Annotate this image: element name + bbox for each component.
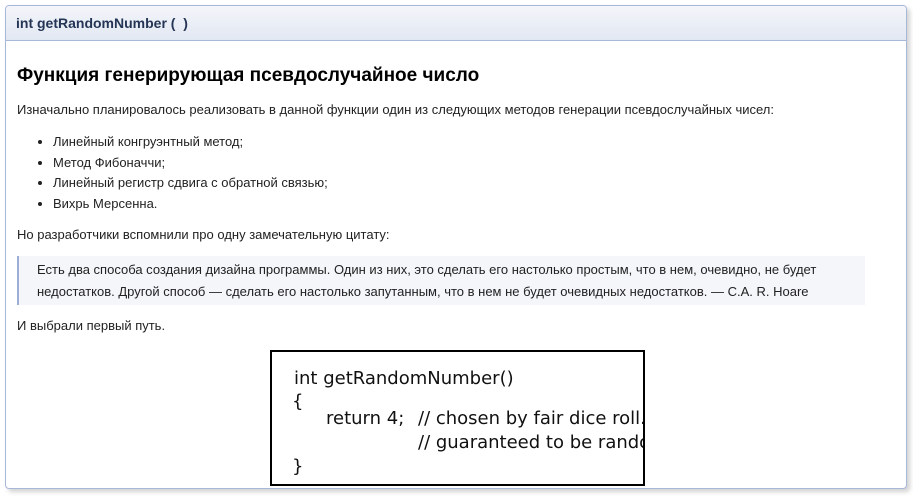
quote-lead-paragraph: Но разработчики вспомнили про одну замеч…: [17, 227, 390, 242]
comic-line-close-brace: }: [292, 456, 303, 477]
member-description: Функция генерирующая псевдослучайное чис…: [6, 64, 906, 335]
list-item: Линейный регистр сдвига с обратной связь…: [53, 173, 895, 194]
intro-paragraph: Изначально планировалось реализовать в д…: [17, 102, 774, 117]
list-item: Метод Фибоначчи;: [53, 153, 895, 174]
closing-paragraph: И выбрали первый путь.: [17, 318, 166, 333]
member-documentation-box: int getRandomNumber ( ) Функция генериру…: [5, 5, 907, 489]
comic-drawing: int getRandomNumber() { return 4; // cho…: [292, 368, 643, 477]
methods-list: Линейный конгруэнтный метод; Метод Фибон…: [17, 132, 895, 214]
comic-line-return: return 4;: [326, 408, 404, 429]
description-heading: Функция генерирующая псевдослучайное чис…: [17, 65, 480, 86]
xkcd-random-number-comic: int getRandomNumber() { return 4; // cho…: [270, 350, 645, 486]
function-signature: int getRandomNumber ( ): [16, 15, 188, 31]
member-prototype-header: int getRandomNumber ( ): [6, 6, 906, 41]
list-item: Линейный конгруэнтный метод;: [53, 132, 895, 153]
comic-line-open-brace: {: [292, 391, 303, 412]
comic-comment-guaranteed: // guaranteed to be random.: [418, 432, 643, 453]
comic-comment-fair-dice: // chosen by fair dice roll.: [418, 408, 643, 429]
hoare-quote: Есть два способа создания дизайна програ…: [17, 256, 865, 305]
comic-line-signature: int getRandomNumber(): [294, 368, 514, 389]
list-item: Вихрь Мерсенна.: [53, 194, 895, 215]
